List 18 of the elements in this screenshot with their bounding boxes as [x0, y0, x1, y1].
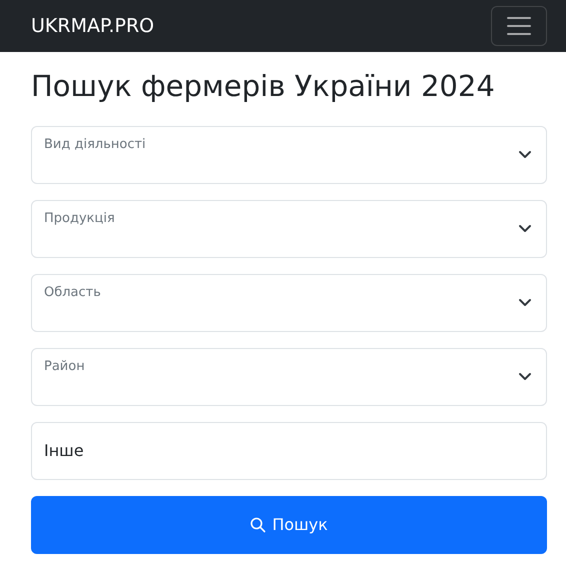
select-label: Вид діяльності	[44, 136, 146, 152]
select-field[interactable]: Район	[31, 348, 547, 406]
chevron-icon	[518, 372, 532, 382]
menu-button[interactable]	[491, 6, 547, 46]
chevron-icon	[518, 298, 532, 308]
select-field[interactable]: Вид діяльності	[31, 126, 547, 184]
select-label: Область	[44, 284, 101, 300]
select-label: Продукція	[44, 210, 115, 226]
page-title: Пошук фермерів України 2024	[31, 68, 496, 105]
select-field[interactable]: Продукція	[31, 200, 547, 258]
input-field[interactable]: Інше	[31, 422, 547, 480]
search-icon	[250, 516, 266, 533]
select-label: Район	[44, 358, 85, 374]
search-button[interactable]: Пошук	[31, 496, 547, 554]
select-field[interactable]: Область	[31, 274, 547, 332]
chevron-icon	[518, 224, 532, 234]
brand-link[interactable]: UKRMAP.PRO	[31, 15, 154, 37]
chevron-icon	[518, 150, 532, 160]
